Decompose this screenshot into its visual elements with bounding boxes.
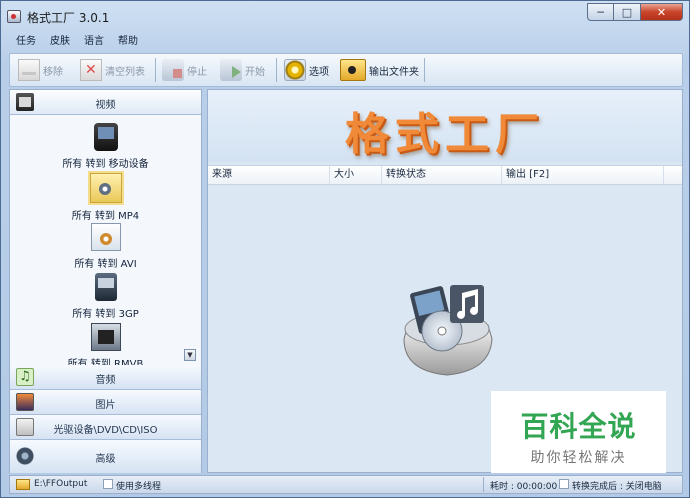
after-convert-checkbox[interactable] xyxy=(559,479,569,489)
title-bar[interactable]: 格式工厂 3.0.1 ─ □ ✕ xyxy=(1,1,689,31)
elapsed-time: 耗时 : 00:00:00 xyxy=(490,482,558,492)
column-output[interactable]: 输出 [F2] xyxy=(502,166,664,184)
column-status[interactable]: 转换状态 xyxy=(382,166,502,184)
toolbar-separator xyxy=(276,58,277,82)
category-image-label: 图片 xyxy=(95,400,116,411)
category-sidebar: 视频 所有 转到 移动设备 所有 转到 MP4 所有 转到 AVI 所有 转到 … xyxy=(9,89,202,473)
toolbar-separator xyxy=(155,58,156,82)
watermark-badge: 百科全说 助你轻松解决 xyxy=(491,391,666,473)
menu-skin[interactable]: 皮肤 xyxy=(43,33,77,51)
app-logo-icon xyxy=(7,10,21,23)
clear-list-label: 清空列表 xyxy=(105,66,145,78)
column-size[interactable]: 大小 xyxy=(330,166,382,184)
close-button[interactable]: ✕ xyxy=(641,3,683,21)
video-item-rmvb[interactable]: 所有 转到 RMVB xyxy=(10,323,201,365)
output-path: E:\FFOutput xyxy=(34,479,88,489)
multithread-label: 使用多线程 xyxy=(116,482,162,492)
banner-title: 格式工厂 xyxy=(345,109,545,160)
task-table-header: 来源 大小 转换状态 输出 [F2] xyxy=(208,165,682,185)
maximize-button[interactable]: □ xyxy=(614,3,641,21)
video-item-3gp[interactable]: 所有 转到 3GP xyxy=(10,273,201,320)
status-bar: E:\FFOutput 使用多线程 耗时 : 00:00:00 转换完成后 : … xyxy=(9,475,683,494)
category-advanced-label: 高级 xyxy=(95,454,116,465)
menu-language[interactable]: 语言 xyxy=(77,33,111,51)
folder-icon[interactable] xyxy=(16,479,30,490)
status-divider xyxy=(483,477,484,492)
category-audio-label: 音频 xyxy=(95,375,116,386)
output-folder-icon xyxy=(340,59,366,81)
video-item-label: 所有 转到 MP4 xyxy=(71,211,140,222)
video-item-label: 所有 转到 RMVB xyxy=(67,359,144,365)
watermark-title: 百科全说 xyxy=(520,410,637,443)
output-folder-label: 输出文件夹 xyxy=(369,66,419,78)
toolbar-separator xyxy=(424,58,425,82)
start-icon xyxy=(220,59,242,81)
mobile-device-icon xyxy=(93,123,118,151)
category-rom-label: 光驱设备\DVD\CD\ISO xyxy=(53,425,158,436)
video-item-avi[interactable]: 所有 转到 AVI xyxy=(10,223,201,270)
format-factory-logo xyxy=(403,285,493,376)
rmvb-icon xyxy=(90,323,121,351)
remove-label: 移除 xyxy=(43,66,63,78)
video-item-mp4[interactable]: 所有 转到 MP4 xyxy=(10,173,201,222)
video-format-list: 所有 转到 移动设备 所有 转到 MP4 所有 转到 AVI 所有 转到 3GP… xyxy=(10,115,201,365)
app-window: 格式工厂 3.0.1 ─ □ ✕ 任务 皮肤 语言 帮助 移除 清空列表 停止 … xyxy=(0,0,690,498)
window-controls: ─ □ ✕ xyxy=(587,3,683,21)
clear-list-icon xyxy=(80,59,102,81)
category-video[interactable]: 视频 xyxy=(10,90,201,115)
scroll-down-button[interactable]: ▼ xyxy=(184,349,196,361)
stop-button[interactable]: 停止 xyxy=(162,57,207,83)
category-rom-device[interactable]: 光驱设备\DVD\CD\ISO xyxy=(10,415,201,440)
column-source[interactable]: 来源 xyxy=(208,166,330,184)
mp4-icon xyxy=(89,173,122,203)
3gp-icon xyxy=(94,273,117,301)
menu-task[interactable]: 任务 xyxy=(9,33,43,51)
remove-button[interactable]: 移除 xyxy=(18,57,63,83)
remove-icon xyxy=(18,59,40,81)
options-button[interactable]: 选项 xyxy=(284,57,329,83)
avi-icon xyxy=(90,223,121,251)
stop-label: 停止 xyxy=(187,66,207,78)
output-folder-button[interactable]: 输出文件夹 xyxy=(340,57,419,83)
toolbar: 移除 清空列表 停止 开始 选项 输出文件夹 xyxy=(9,53,683,87)
category-video-label: 视频 xyxy=(95,100,116,111)
after-convert-label: 转换完成后 : 关闭电脑 xyxy=(572,482,662,492)
menu-help[interactable]: 帮助 xyxy=(111,33,145,51)
video-item-mobile[interactable]: 所有 转到 移动设备 xyxy=(10,123,201,170)
app-banner: 格式工厂 xyxy=(208,90,682,162)
category-image[interactable]: 图片 xyxy=(10,390,201,415)
multithread-checkbox[interactable] xyxy=(103,479,113,489)
start-button[interactable]: 开始 xyxy=(220,57,265,83)
category-advanced[interactable]: 高级 xyxy=(10,440,201,473)
clear-list-button[interactable]: 清空列表 xyxy=(80,57,145,83)
minimize-button[interactable]: ─ xyxy=(587,3,614,21)
start-label: 开始 xyxy=(245,66,265,78)
stop-icon xyxy=(162,59,184,81)
category-audio[interactable]: ♫ 音频 xyxy=(10,365,201,390)
video-item-label: 所有 转到 移动设备 xyxy=(62,159,149,170)
options-icon xyxy=(284,59,306,81)
options-label: 选项 xyxy=(309,66,329,78)
menu-bar: 任务 皮肤 语言 帮助 xyxy=(9,33,145,51)
window-title: 格式工厂 3.0.1 xyxy=(27,11,110,25)
watermark-subtitle: 助你轻松解决 xyxy=(530,450,627,466)
video-item-label: 所有 转到 3GP xyxy=(72,309,139,320)
video-item-label: 所有 转到 AVI xyxy=(74,259,137,270)
